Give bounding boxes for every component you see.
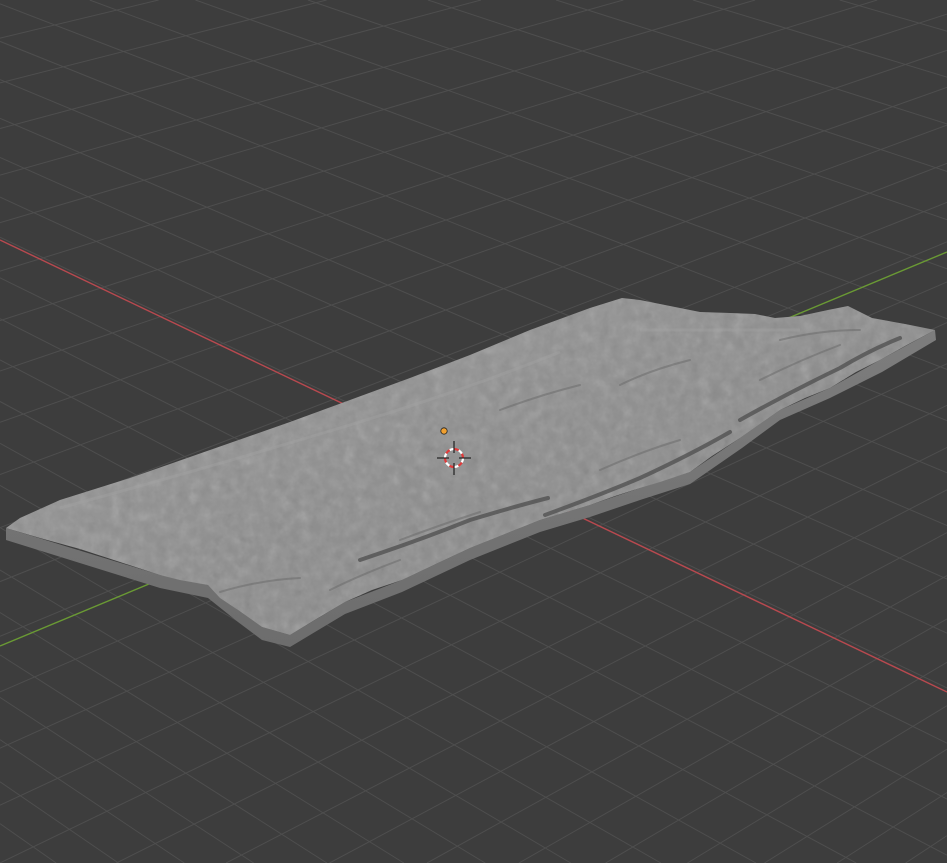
3d-viewport[interactable]	[0, 0, 947, 863]
viewport-canvas[interactable]	[0, 0, 947, 863]
object-origin-dot[interactable]	[440, 427, 448, 435]
